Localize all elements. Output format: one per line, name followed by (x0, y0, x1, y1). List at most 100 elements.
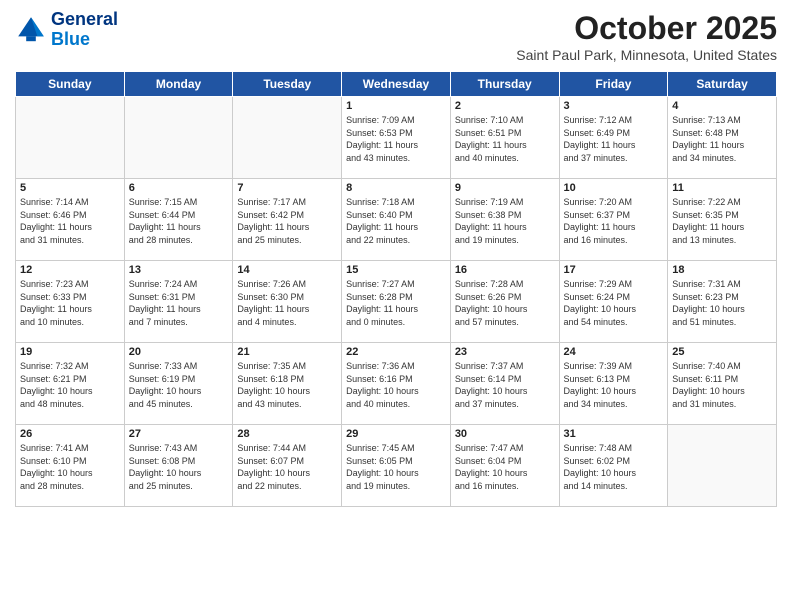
logo-line2: Blue (51, 30, 118, 50)
weekday-header-friday: Friday (559, 72, 668, 97)
day-info: Sunrise: 7:23 AM Sunset: 6:33 PM Dayligh… (20, 278, 120, 328)
day-number: 9 (455, 182, 555, 194)
calendar-cell: 13Sunrise: 7:24 AM Sunset: 6:31 PM Dayli… (124, 261, 233, 343)
day-info: Sunrise: 7:29 AM Sunset: 6:24 PM Dayligh… (564, 278, 664, 328)
day-info: Sunrise: 7:43 AM Sunset: 6:08 PM Dayligh… (129, 442, 229, 492)
weekday-header-row: SundayMondayTuesdayWednesdayThursdayFrid… (16, 72, 777, 97)
weekday-header-thursday: Thursday (450, 72, 559, 97)
day-info: Sunrise: 7:24 AM Sunset: 6:31 PM Dayligh… (129, 278, 229, 328)
calendar-cell: 26 Sunrise: 7:41 AM Sunset: 6:10 PM Dayli… (16, 425, 125, 507)
day-info: Sunrise: 7:09 AM Sunset: 6:53 PM Dayligh… (346, 114, 446, 164)
day-number: 10 (564, 182, 664, 194)
day-info: Sunrise: 7:44 AM Sunset: 6:07 PM Dayligh… (237, 442, 337, 492)
day-info: Sunrise: 7:41 AM Sunset: 6:10 PM Dayligh… (20, 442, 120, 492)
day-info: Sunrise: 7:31 AM Sunset: 6:23 PM Dayligh… (672, 278, 772, 328)
day-number: 15 (346, 264, 446, 276)
weekday-header-sunday: Sunday (16, 72, 125, 97)
title-block: October 2025 Saint Paul Park, Minnesota,… (516, 10, 777, 63)
day-number: 5 (20, 182, 120, 194)
logo-text: General Blue (51, 10, 118, 50)
day-info: Sunrise: 7:39 AM Sunset: 6:13 PM Dayligh… (564, 360, 664, 410)
day-info: Sunrise: 7:19 AM Sunset: 6:38 PM Dayligh… (455, 196, 555, 246)
calendar-cell: 10 Sunrise: 7:20 AM Sunset: 6:37 PM Dayli… (559, 179, 668, 261)
day-number: 18 (672, 264, 772, 276)
day-number: 26 (20, 428, 120, 440)
weekday-header-saturday: Saturday (668, 72, 777, 97)
day-number: 29 (346, 428, 446, 440)
calendar-cell: 5 Sunrise: 7:14 AM Sunset: 6:46 PM Daylig… (16, 179, 125, 261)
calendar-table: SundayMondayTuesdayWednesdayThursdayFrid… (15, 71, 777, 507)
day-info: Sunrise: 7:47 AM Sunset: 6:04 PM Dayligh… (455, 442, 555, 492)
calendar-cell (16, 97, 125, 179)
calendar-cell: 11 Sunrise: 7:22 AM Sunset: 6:35 PM Dayli… (668, 179, 777, 261)
day-number: 12 (20, 264, 120, 276)
day-number: 20 (129, 346, 229, 358)
calendar-cell: 4 Sunrise: 7:13 AM Sunset: 6:48 PM Daylig… (668, 97, 777, 179)
calendar-cell: 12 Sunrise: 7:23 AM Sunset: 6:33 PM Dayli… (16, 261, 125, 343)
header: General Blue October 2025 Saint Paul Par… (15, 10, 777, 63)
calendar-week-5: 26 Sunrise: 7:41 AM Sunset: 6:10 PM Dayli… (16, 425, 777, 507)
calendar-cell: 19 Sunrise: 7:32 AM Sunset: 6:21 PM Dayli… (16, 343, 125, 425)
calendar-cell: 3 Sunrise: 7:12 AM Sunset: 6:49 PM Daylig… (559, 97, 668, 179)
page: General Blue October 2025 Saint Paul Par… (0, 0, 792, 612)
day-info: Sunrise: 7:32 AM Sunset: 6:21 PM Dayligh… (20, 360, 120, 410)
day-number: 19 (20, 346, 120, 358)
day-number: 8 (346, 182, 446, 194)
day-info: Sunrise: 7:22 AM Sunset: 6:35 PM Dayligh… (672, 196, 772, 246)
logo: General Blue (15, 10, 118, 50)
calendar-cell: 9 Sunrise: 7:19 AM Sunset: 6:38 PM Daylig… (450, 179, 559, 261)
day-info: Sunrise: 7:45 AM Sunset: 6:05 PM Dayligh… (346, 442, 446, 492)
day-number: 24 (564, 346, 664, 358)
calendar-cell (233, 97, 342, 179)
calendar-cell: 28 Sunrise: 7:44 AM Sunset: 6:07 PM Dayli… (233, 425, 342, 507)
day-number: 14 (237, 264, 337, 276)
day-number: 28 (237, 428, 337, 440)
day-info: Sunrise: 7:20 AM Sunset: 6:37 PM Dayligh… (564, 196, 664, 246)
calendar-cell: 17 Sunrise: 7:29 AM Sunset: 6:24 PM Dayli… (559, 261, 668, 343)
day-number: 31 (564, 428, 664, 440)
day-info: Sunrise: 7:13 AM Sunset: 6:48 PM Dayligh… (672, 114, 772, 164)
day-number: 2 (455, 100, 555, 112)
calendar-cell: 1Sunrise: 7:09 AM Sunset: 6:53 PM Daylig… (342, 97, 451, 179)
day-info: Sunrise: 7:37 AM Sunset: 6:14 PM Dayligh… (455, 360, 555, 410)
day-number: 4 (672, 100, 772, 112)
day-number: 25 (672, 346, 772, 358)
calendar-cell: 15 Sunrise: 7:27 AM Sunset: 6:28 PM Dayli… (342, 261, 451, 343)
calendar-cell: 21 Sunrise: 7:35 AM Sunset: 6:18 PM Dayli… (233, 343, 342, 425)
day-number: 23 (455, 346, 555, 358)
day-number: 17 (564, 264, 664, 276)
calendar-cell: 29 Sunrise: 7:45 AM Sunset: 6:05 PM Dayli… (342, 425, 451, 507)
day-number: 22 (346, 346, 446, 358)
day-number: 30 (455, 428, 555, 440)
weekday-header-wednesday: Wednesday (342, 72, 451, 97)
day-number: 6 (129, 182, 229, 194)
calendar-cell (668, 425, 777, 507)
day-info: Sunrise: 7:35 AM Sunset: 6:18 PM Dayligh… (237, 360, 337, 410)
calendar-cell: 2Sunrise: 7:10 AM Sunset: 6:51 PM Daylig… (450, 97, 559, 179)
day-number: 11 (672, 182, 772, 194)
calendar-cell: 18 Sunrise: 7:31 AM Sunset: 6:23 PM Dayli… (668, 261, 777, 343)
day-number: 3 (564, 100, 664, 112)
calendar-week-1: 1Sunrise: 7:09 AM Sunset: 6:53 PM Daylig… (16, 97, 777, 179)
calendar-cell (124, 97, 233, 179)
day-info: Sunrise: 7:12 AM Sunset: 6:49 PM Dayligh… (564, 114, 664, 164)
day-info: Sunrise: 7:26 AM Sunset: 6:30 PM Dayligh… (237, 278, 337, 328)
weekday-header-tuesday: Tuesday (233, 72, 342, 97)
calendar-cell: 31 Sunrise: 7:48 AM Sunset: 6:02 PM Dayli… (559, 425, 668, 507)
day-info: Sunrise: 7:14 AM Sunset: 6:46 PM Dayligh… (20, 196, 120, 246)
logo-icon (15, 14, 47, 46)
calendar-cell: 22 Sunrise: 7:36 AM Sunset: 6:16 PM Dayli… (342, 343, 451, 425)
calendar-cell: 7Sunrise: 7:17 AM Sunset: 6:42 PM Daylig… (233, 179, 342, 261)
month-title: October 2025 (516, 10, 777, 47)
day-info: Sunrise: 7:28 AM Sunset: 6:26 PM Dayligh… (455, 278, 555, 328)
day-info: Sunrise: 7:17 AM Sunset: 6:42 PM Dayligh… (237, 196, 337, 246)
calendar-cell: 24 Sunrise: 7:39 AM Sunset: 6:13 PM Dayli… (559, 343, 668, 425)
day-info: Sunrise: 7:48 AM Sunset: 6:02 PM Dayligh… (564, 442, 664, 492)
day-info: Sunrise: 7:27 AM Sunset: 6:28 PM Dayligh… (346, 278, 446, 328)
day-info: Sunrise: 7:18 AM Sunset: 6:40 PM Dayligh… (346, 196, 446, 246)
day-info: Sunrise: 7:36 AM Sunset: 6:16 PM Dayligh… (346, 360, 446, 410)
day-number: 21 (237, 346, 337, 358)
day-info: Sunrise: 7:33 AM Sunset: 6:19 PM Dayligh… (129, 360, 229, 410)
logo-line1: General (51, 10, 118, 30)
calendar-cell: 23 Sunrise: 7:37 AM Sunset: 6:14 PM Dayli… (450, 343, 559, 425)
